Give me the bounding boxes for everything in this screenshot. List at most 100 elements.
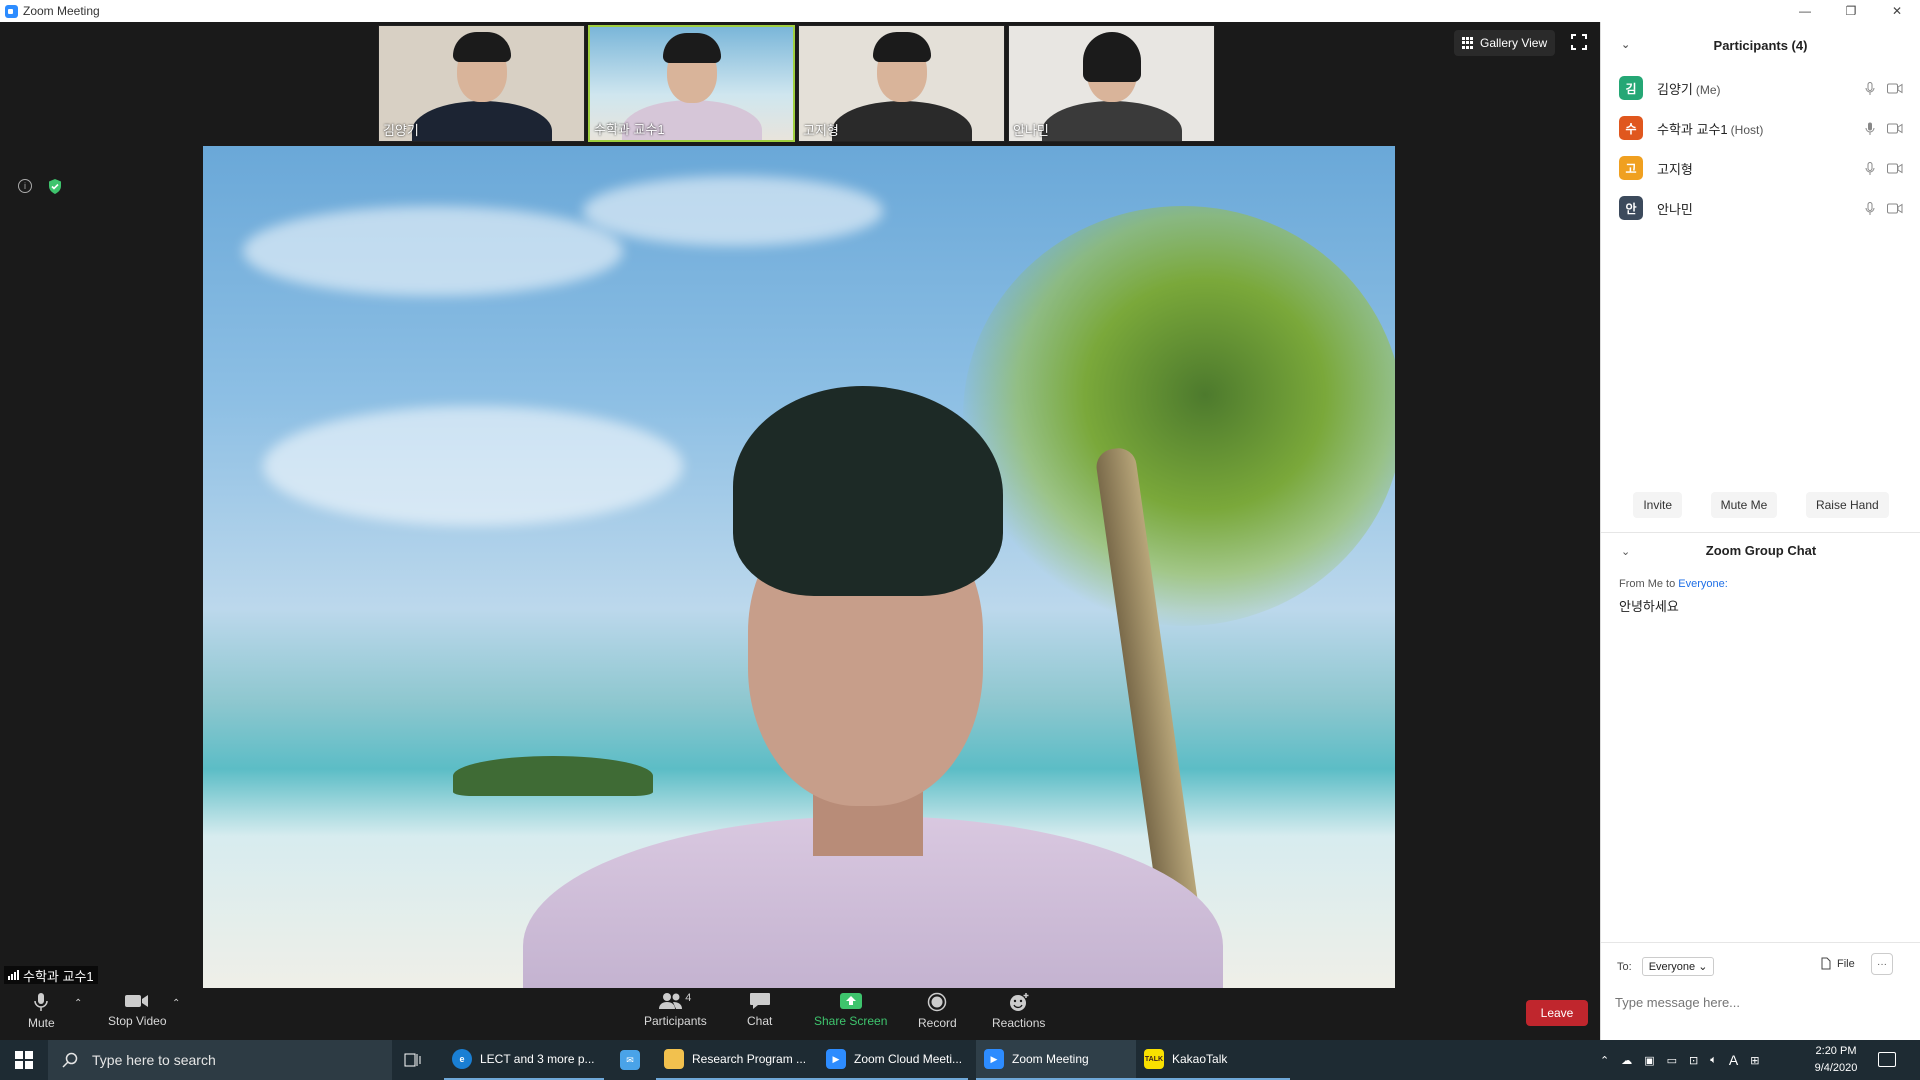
edge-browser-icon: e [452,1049,472,1069]
participants-label: Participants [644,1014,707,1028]
chat-bubble-icon [749,993,770,1009]
participant-name: 김양기 [1657,81,1693,97]
record-button[interactable]: Record [918,992,957,1030]
zoom-app-icon [5,4,18,18]
video-options-caret[interactable]: ⌃ [172,998,180,1009]
share-screen-label: Share Screen [814,1014,888,1028]
reactions-label: Reactions [992,1016,1046,1030]
thumbnail-name: 김양기 [383,123,419,138]
system-tray: ⌃ ☁ ▣ ▭ ⊡ 🔈︎ A ⊞ [1600,1040,1759,1080]
participant-row[interactable]: 수 수학과 교수1 (Host) [1601,108,1920,148]
chat-recipient-link[interactable]: Everyone: [1678,578,1728,590]
leave-meeting-button[interactable]: Leave [1526,1000,1588,1026]
chat-message-input[interactable] [1615,991,1905,1013]
video-area: 김양기 수학과 교수1 고지형 안나민 Gallery View i 수학과 교… [0,22,1600,988]
mute-label: Mute [28,1016,55,1030]
thumbnail-video[interactable]: 고지형 [798,25,1005,142]
gallery-view-button[interactable]: Gallery View [1454,30,1556,56]
participant-row[interactable]: 안 안나민 [1601,188,1920,228]
chat-label: Chat [747,1014,773,1028]
thumbnail-video[interactable]: 김양기 [378,25,585,142]
taskbar-app[interactable]: ▶ Zoom Cloud Meeti... [818,1040,968,1080]
taskbar-search[interactable]: Type here to search [48,1040,392,1080]
input-method-icon[interactable]: ⊞ [1750,1054,1759,1067]
battery-icon[interactable]: ▭ [1667,1054,1677,1067]
avatar: 안 [1619,196,1643,220]
participant-silhouette [1041,101,1182,141]
side-panel: ⌄ Participants (4) 김 김양기 (Me) 수 수학과 교수1 (H… [1600,22,1920,1040]
microphone-icon [1865,82,1875,95]
speaker-hair [733,386,1003,596]
taskbar-app[interactable]: ✉ [612,1040,652,1080]
microphone-icon [34,993,49,1011]
participant-row[interactable]: 고 고지형 [1601,148,1920,188]
chevron-down-icon: ⌄ [1698,961,1708,973]
taskbar-clock[interactable]: 2:20 PM 9/4/2020 [1808,1043,1864,1077]
fullscreen-icon[interactable] [1571,34,1587,50]
participant-hair [872,32,931,62]
folder-icon [664,1049,684,1069]
participant-hair [1082,32,1141,82]
ime-indicator[interactable]: A [1729,1052,1738,1068]
participants-list: 김 김양기 (Me) 수 수학과 교수1 (Host) 고 고지형 안 안나민 [1601,68,1920,228]
chat-message: From Me to Everyone: 안녕하세요 [1619,578,1909,615]
file-button[interactable]: File [1821,957,1855,970]
taskbar-app[interactable]: TALK KakaoTalk [1136,1040,1290,1080]
avatar: 고 [1619,156,1643,180]
mute-me-button[interactable]: Mute Me [1710,492,1778,518]
share-screen-button[interactable]: Share Screen [814,992,887,1028]
video-camera-icon [1887,203,1903,214]
taskbar-app-active[interactable]: ▶ Zoom Meeting [976,1040,1136,1080]
mail-icon: ✉ [620,1050,640,1070]
zoom-icon: ▶ [826,1049,846,1069]
avatar: 김 [1619,76,1643,100]
more-options-button[interactable]: ··· [1871,953,1893,975]
mute-button[interactable]: Mute [28,992,55,1030]
participant-hair [452,32,511,62]
thumbnail-video-active[interactable]: 수학과 교수1 [588,25,795,142]
stop-video-button[interactable]: Stop Video [108,992,167,1028]
windows-taskbar: Type here to search e LECT and 3 more p.… [0,1040,1920,1080]
minimize-button[interactable]: — [1782,0,1828,22]
thumbnail-name: 고지형 [803,123,839,138]
collapse-chevron-icon[interactable]: ⌄ [1621,38,1630,51]
audio-options-caret[interactable]: ⌃ [74,998,82,1009]
notification-icon[interactable] [1878,1052,1896,1067]
participant-row[interactable]: 김 김양기 (Me) [1601,68,1920,108]
close-button[interactable]: ✕ [1874,0,1920,22]
speaker-name: 수학과 교수1 [23,968,94,984]
recipient-select[interactable]: Everyone ⌄ [1641,957,1715,976]
video-camera-icon [125,995,149,1007]
chevron-up-icon[interactable]: ⌃ [1600,1054,1609,1067]
participants-button[interactable]: 4 Participants [644,992,707,1028]
restore-button[interactable]: ❐ [1828,0,1874,22]
collapse-chevron-icon[interactable]: ⌄ [1621,545,1630,558]
chat-from-prefix: From Me to [1619,578,1676,590]
participant-name: 안나민 [1657,201,1693,217]
title-bar: Zoom Meeting — ❐ ✕ [0,0,1920,22]
start-button[interactable] [0,1040,48,1080]
thumbnail-video[interactable]: 안나민 [1008,25,1215,142]
taskbar-app-label: Zoom Meeting [1012,1052,1089,1066]
video-camera-icon [1887,123,1903,134]
chat-button[interactable]: Chat [747,992,772,1028]
cloud-icon[interactable]: ☁ [1621,1054,1632,1067]
reactions-button[interactable]: Reactions [992,992,1045,1030]
to-label: To: [1617,960,1632,973]
taskbar-app-label: KakaoTalk [1172,1052,1228,1066]
volume-icon[interactable]: 🔈︎ [1710,1054,1717,1067]
search-icon [62,1052,78,1068]
display-icon[interactable]: ▣ [1644,1054,1654,1067]
info-icon[interactable]: i [18,179,32,193]
network-icon[interactable]: ⊡ [1689,1054,1698,1067]
window-title: Zoom Meeting [23,4,100,18]
gallery-view-label: Gallery View [1480,36,1548,50]
taskbar-app[interactable]: e LECT and 3 more p... [444,1040,604,1080]
raise-hand-button[interactable]: Raise Hand [1805,492,1889,518]
invite-button[interactable]: Invite [1633,492,1682,518]
participant-role: (Me) [1695,82,1721,97]
encryption-shield-icon[interactable] [48,179,62,194]
avatar: 수 [1619,116,1643,140]
task-view-icon[interactable] [404,1052,422,1068]
taskbar-app[interactable]: Research Program ... [656,1040,818,1080]
